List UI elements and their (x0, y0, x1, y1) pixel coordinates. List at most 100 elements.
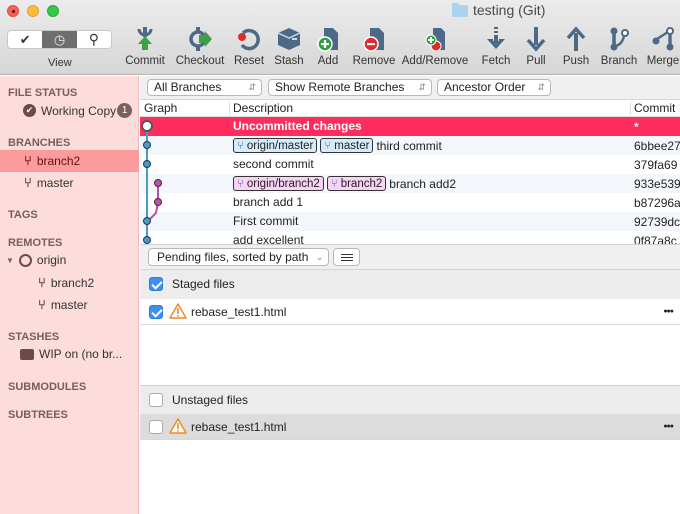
unstage-all-checkbox[interactable] (149, 393, 163, 407)
checkout-label: Checkout (175, 55, 225, 67)
branches-filter-select[interactable]: All Branches ⇵ (147, 79, 262, 96)
add-label: Add (317, 55, 339, 67)
commit-row[interactable]: ⑂ origin/branch2 ⑂ branch2 branch add2 933… (140, 174, 680, 193)
list-icon (340, 253, 353, 255)
list-icon-line (340, 259, 353, 261)
list-view-button[interactable] (333, 248, 360, 266)
chevron-updown-icon: ⇵ (537, 82, 545, 92)
disclosure-triangle-icon[interactable]: ▼ (6, 256, 14, 265)
branches-filter-value: All Branches (154, 80, 222, 94)
sidebar-item-master[interactable]: ⑂ master (24, 175, 74, 190)
checkout-icon (189, 27, 212, 51)
description-column-header[interactable]: Description (233, 101, 293, 115)
toolbar: testing (Git) ✔ ◷ ⚲ View Commit Checkout… (0, 0, 680, 75)
branch-icon: ⑂ (330, 177, 338, 190)
globe-icon (18, 253, 32, 267)
commit-hash: 6bbee27 (634, 139, 680, 153)
graph-column-header[interactable]: Graph (144, 101, 177, 115)
commit-row[interactable]: add excellent 0f87a8c (140, 231, 680, 244)
column-divider[interactable] (229, 102, 230, 115)
close-window-button[interactable] (7, 5, 19, 17)
sidebar-item-origin[interactable]: ▼ origin (6, 253, 66, 267)
minimize-window-button[interactable] (27, 5, 39, 17)
file-status-header: FILE STATUS (8, 87, 78, 99)
pending-files-bar: Pending files, sorted by path ⌄ (140, 244, 680, 270)
view-label: View (48, 57, 72, 69)
more-actions-icon[interactable]: ●●● (663, 423, 674, 430)
order-value: Ancestor Order (444, 80, 526, 94)
commit-history-list: Uncommitted changes * ⑂ origin/master ⑂ ma… (140, 117, 680, 244)
add-remove-button[interactable]: Add/Remove (401, 25, 469, 67)
file-name: rebase_test1.html (191, 305, 287, 319)
file-checkbox[interactable] (149, 420, 163, 434)
commit-description: add excellent (233, 233, 304, 244)
sidebar-item-stash[interactable]: WIP on (no br... (20, 347, 122, 361)
add-remove-label: Add/Remove (401, 55, 469, 67)
commit-node (154, 179, 162, 187)
chevron-down-icon: ⌄ (315, 252, 324, 262)
pull-label: Pull (526, 55, 546, 67)
commit-button[interactable]: Commit (120, 25, 170, 67)
add-remove-icon (425, 28, 445, 52)
chevron-updown-icon: ⇵ (248, 82, 256, 92)
history-view-button[interactable]: ◷ (42, 31, 77, 48)
staged-files-header: Staged files (140, 270, 680, 299)
more-actions-icon[interactable]: ●●● (663, 308, 674, 315)
branch-icon: ⑂ (324, 139, 332, 152)
commit-node (154, 198, 162, 206)
column-divider[interactable] (630, 102, 631, 115)
staged-file-row[interactable]: rebase_test1.html ●●● (140, 299, 680, 325)
commit-column-header[interactable]: Commit (634, 101, 675, 115)
pending-sort-select[interactable]: Pending files, sorted by path ⌄ (148, 248, 330, 266)
branch-icon: ⑂ (237, 139, 244, 152)
commit-row[interactable]: branch add 1 b87296a (140, 193, 680, 212)
commit-hash: 379fa69 (634, 158, 678, 172)
remote-branches-select[interactable]: Show Remote Branches ⇵ (268, 79, 432, 96)
sidebar-item-branch2[interactable]: ⑂ branch2 (24, 153, 80, 168)
unstaged-file-row[interactable]: rebase_test1.html ●●● (140, 414, 680, 440)
file-status-view-button[interactable]: ✔ (8, 31, 42, 48)
branch-icon: ⑂ (38, 297, 46, 312)
merge-label: Merge (646, 55, 680, 67)
checkmark-circle-icon: ✔ (23, 104, 36, 117)
search-view-button[interactable]: ⚲ (77, 31, 111, 48)
sidebar-item-origin-branch2[interactable]: ⑂ branch2 (38, 275, 94, 290)
commit-row[interactable]: First commit 92739dc (140, 212, 680, 231)
merge-button[interactable]: Merge (638, 25, 680, 67)
commit-row[interactable]: second commit 379fa69 (140, 155, 680, 174)
stash-box-icon (20, 348, 34, 360)
chevron-updown-icon: ⇵ (418, 82, 426, 92)
checkout-button[interactable]: Checkout (175, 25, 225, 67)
remove-button[interactable]: Remove (349, 25, 399, 67)
remote-branches-value: Show Remote Branches (275, 80, 405, 94)
commit-label: Commit (125, 55, 165, 67)
stash-icon (277, 28, 301, 50)
branch-tag: ⑂ origin/branch2 (233, 176, 324, 191)
file-checkbox[interactable] (149, 305, 163, 319)
working-copy-badge: 1 (117, 103, 133, 118)
window-title-text: testing (Git) (473, 2, 546, 18)
working-copy-label: Working Copy (41, 103, 117, 118)
commit-icon (137, 27, 153, 50)
branch-tag: ⑂ branch2 (326, 176, 387, 191)
sidebar-item-working-copy[interactable]: ✔ Working Copy 1 (23, 103, 133, 118)
commit-row[interactable]: Uncommitted changes * (140, 117, 680, 136)
branch-label: branch2 (36, 153, 81, 168)
remotes-header: REMOTES (8, 237, 63, 249)
tag-label: branch2 (340, 177, 383, 190)
commit-row[interactable]: ⑂ origin/master ⑂ master third commit 6bbe… (140, 136, 680, 155)
stage-all-checkbox[interactable] (149, 277, 163, 291)
branch-icon: ⑂ (38, 275, 46, 290)
window-title: testing (Git) (452, 2, 545, 18)
commit-node (143, 141, 151, 149)
stash-label: Stash (274, 55, 304, 67)
search-icon: ⚲ (88, 31, 99, 47)
order-select[interactable]: Ancestor Order ⇵ (437, 79, 551, 96)
zoom-window-button[interactable] (47, 5, 59, 17)
tag-label: origin/branch2 (246, 177, 320, 190)
add-button[interactable]: Add (303, 25, 353, 67)
branch-icon: ⑂ (24, 175, 32, 190)
sidebar-item-origin-master[interactable]: ⑂ master (38, 297, 88, 312)
commit-hash: b87296a (634, 196, 680, 210)
branch-button[interactable]: Branch (594, 25, 644, 67)
